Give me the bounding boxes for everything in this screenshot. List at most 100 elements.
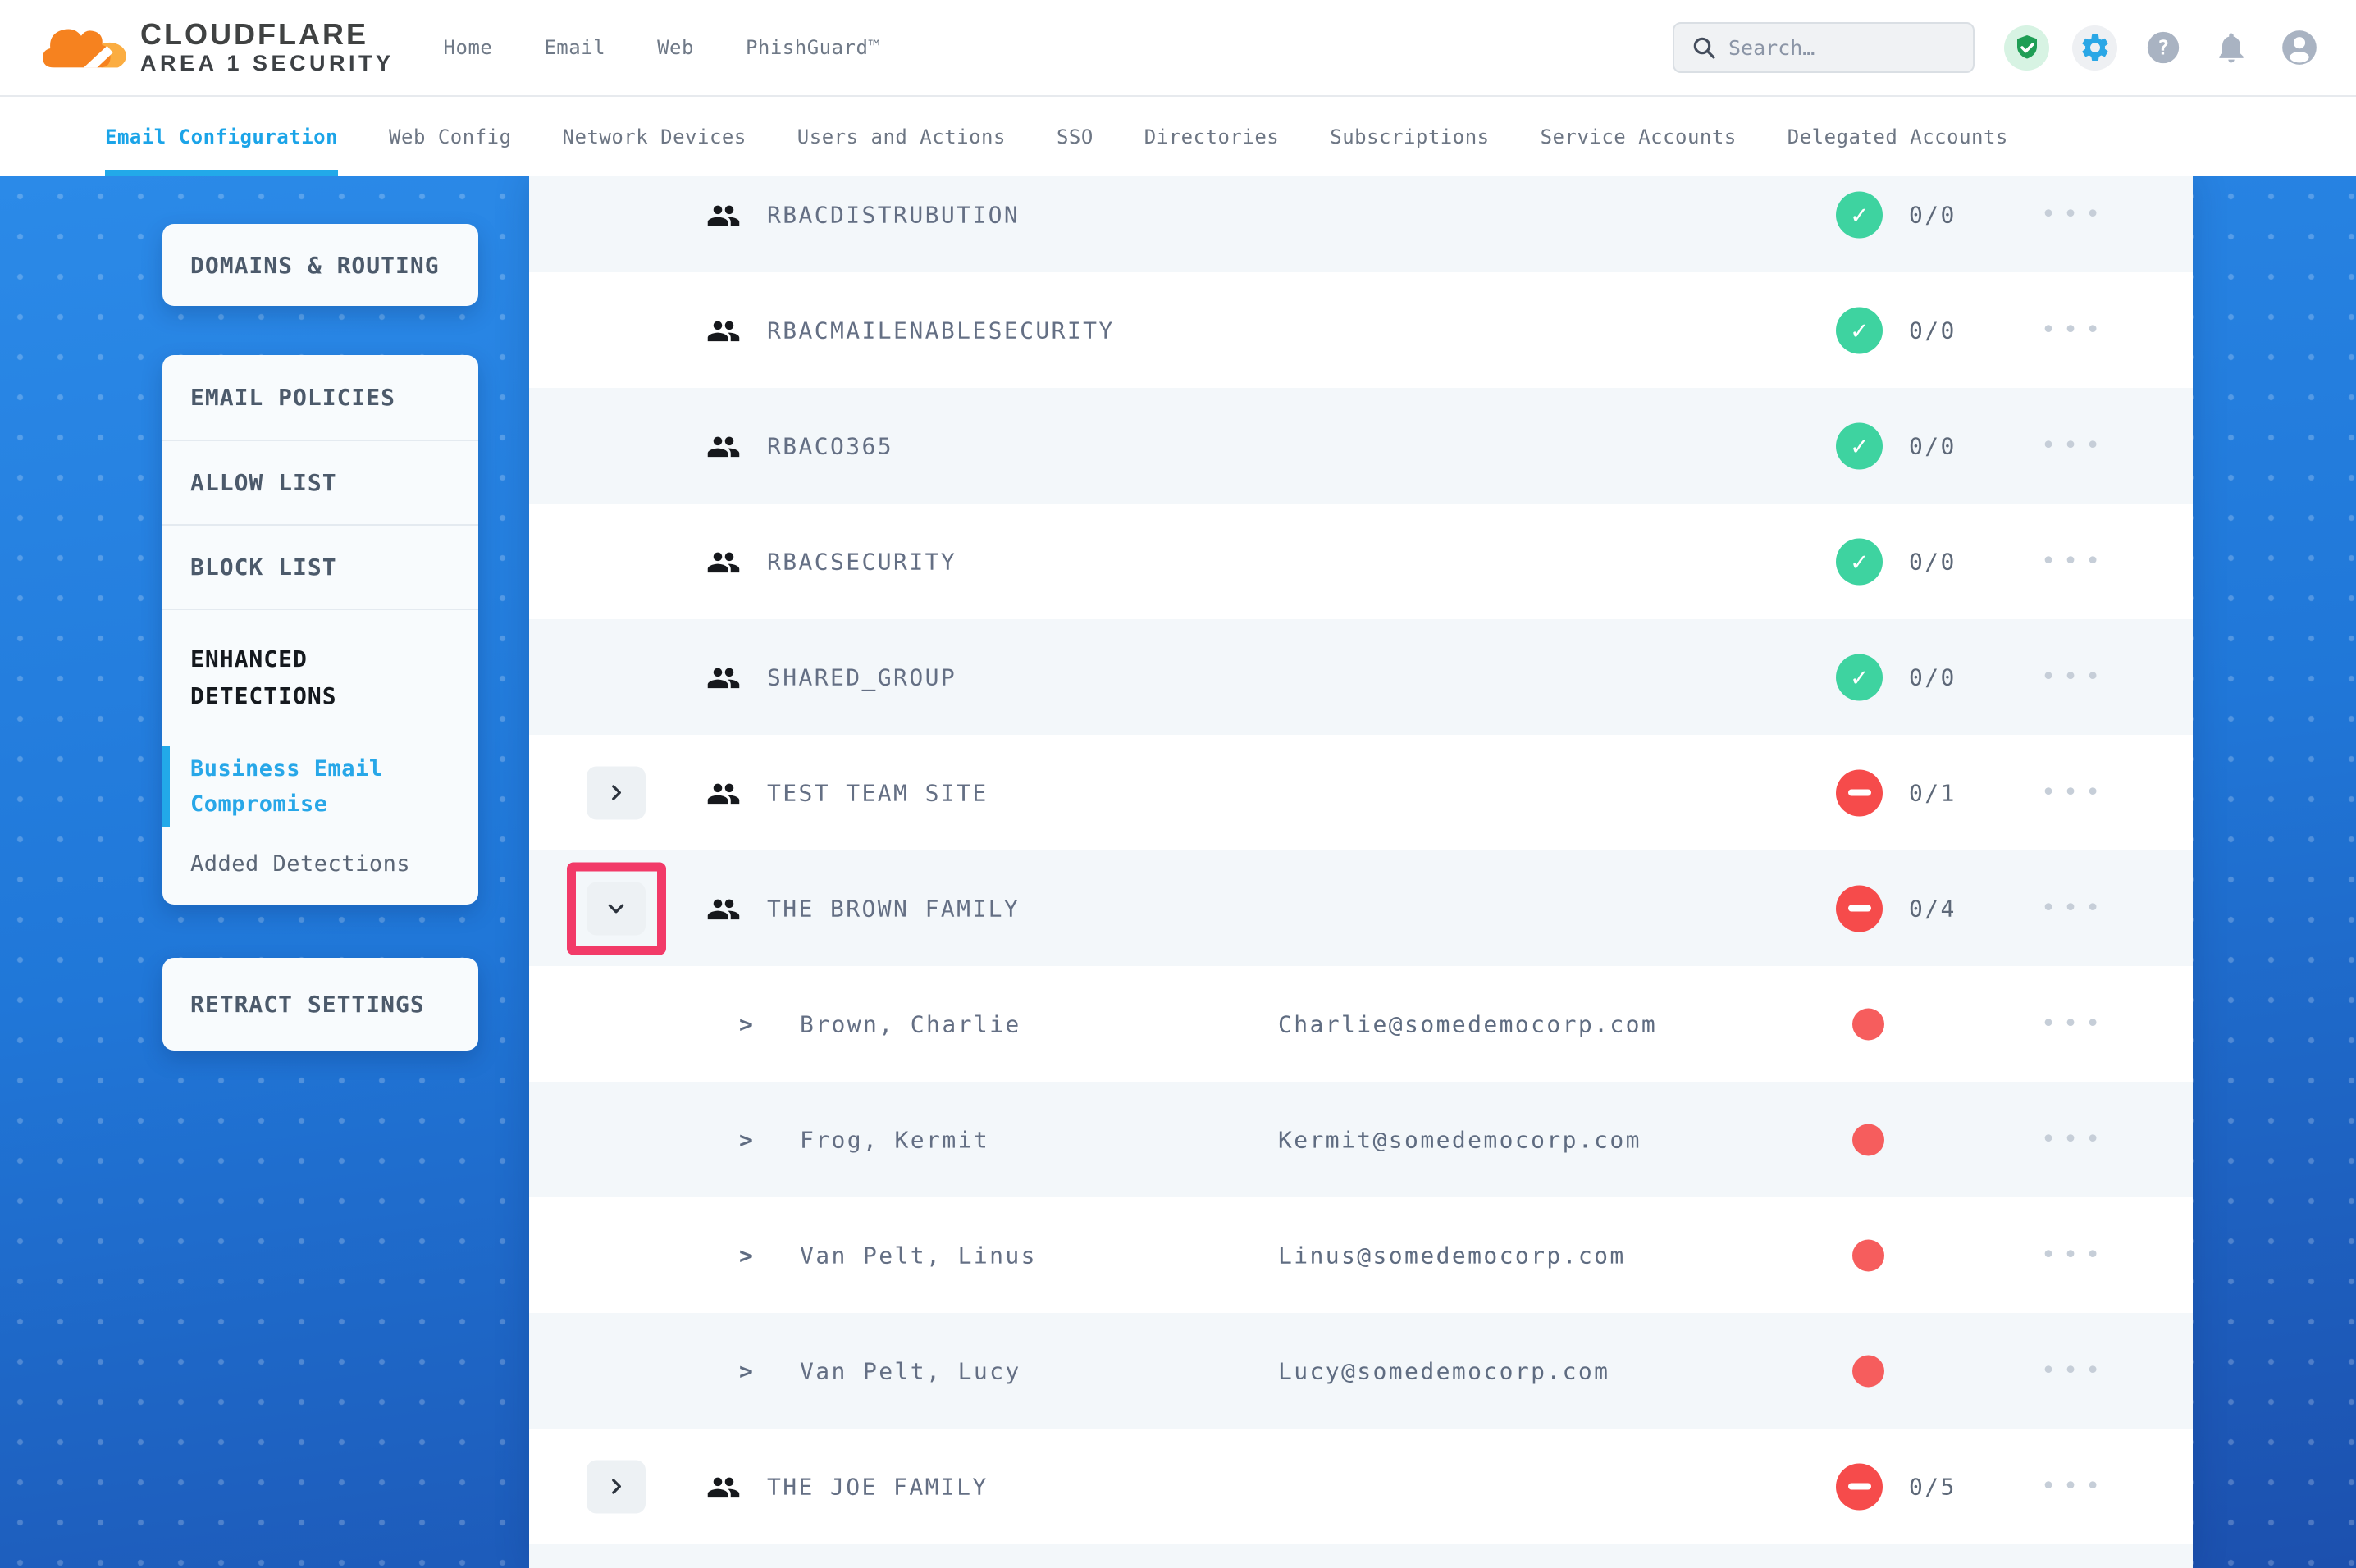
row-menu-button[interactable]: ••• bbox=[2041, 318, 2107, 343]
shield-check-icon[interactable] bbox=[2004, 25, 2049, 71]
nav-item-phishguard[interactable]: PhishGuard™ bbox=[746, 36, 880, 59]
table-row-spacer bbox=[529, 1544, 2193, 1568]
member-email: Lucy@somedemocorp.com bbox=[1278, 1357, 1609, 1384]
tab-email-configuration[interactable]: Email Configuration bbox=[105, 97, 338, 176]
member-email: Charlie@somedemocorp.com bbox=[1278, 1010, 1657, 1037]
group-icon bbox=[706, 663, 741, 692]
status-badge-synced: ✓ bbox=[1836, 422, 1883, 469]
member-email: Kermit@somedemocorp.com bbox=[1278, 1126, 1641, 1153]
tab-delegated-accounts[interactable]: Delegated Accounts bbox=[1788, 97, 2008, 176]
group-icon bbox=[706, 778, 741, 808]
sidebar-item-added-detections[interactable]: Added Detections bbox=[162, 851, 478, 877]
user-account-icon[interactable] bbox=[2276, 25, 2322, 71]
status-dot-error bbox=[1852, 1355, 1884, 1387]
sidebar-item-allow-list[interactable]: ALLOW LIST bbox=[162, 440, 478, 524]
table-row: >Brown, CharlieCharlie@somedemocorp.com•… bbox=[529, 966, 2193, 1082]
sidebar-card-domains-routing[interactable]: DOMAINS & ROUTING bbox=[162, 224, 478, 306]
row-menu-button[interactable]: ••• bbox=[2041, 1012, 2107, 1037]
group-name: SHARED_GROUP bbox=[767, 663, 957, 691]
sidebar-item-block-list[interactable]: BLOCK LIST bbox=[162, 524, 478, 609]
member-count: 0/0 bbox=[1909, 317, 1956, 344]
tab-users-and-actions[interactable]: Users and Actions bbox=[797, 97, 1006, 176]
expand-group-button[interactable] bbox=[587, 1460, 646, 1513]
search-input[interactable] bbox=[1727, 35, 1966, 61]
search-icon bbox=[1691, 34, 1717, 61]
row-menu-button[interactable]: ••• bbox=[2041, 1243, 2107, 1268]
check-icon: ✓ bbox=[1851, 664, 1867, 691]
row-menu-button[interactable]: ••• bbox=[2041, 665, 2107, 690]
check-icon: ✓ bbox=[1851, 549, 1867, 575]
search-box[interactable] bbox=[1673, 22, 1975, 73]
svg-text:?: ? bbox=[2157, 35, 2169, 59]
cloudflare-logo[interactable]: CLOUDFLARE AREA 1 SECURITY bbox=[37, 19, 395, 76]
table-row: SHARED_GROUP ✓ 0/0 ••• bbox=[529, 619, 2193, 735]
settings-gear-icon[interactable] bbox=[2072, 25, 2117, 71]
help-icon[interactable]: ? bbox=[2140, 25, 2185, 71]
group-icon bbox=[706, 316, 741, 345]
table-row: > Frog, Kermit Kermit@somedemocorp.com ••• bbox=[529, 1082, 2193, 1197]
secondary-tab-bar: Email Configuration Web Config Network Dev… bbox=[0, 97, 2356, 176]
logo-line1: CLOUDFLARE bbox=[140, 19, 395, 50]
member-expand-chevron-icon[interactable]: > bbox=[739, 1126, 753, 1153]
nav-item-email[interactable]: Email bbox=[544, 36, 605, 59]
table-row: RBACDISTRUBUTION✓0/0••• bbox=[529, 176, 2193, 272]
tab-web-config[interactable]: Web Config bbox=[389, 97, 512, 176]
tab-directories[interactable]: Directories bbox=[1144, 97, 1279, 176]
group-name: TEST TEAM SITE bbox=[767, 779, 989, 806]
member-expand-chevron-icon[interactable]: > bbox=[739, 1242, 753, 1269]
member-expand-chevron-icon[interactable]: > bbox=[739, 1357, 753, 1384]
member-count: 0/1 bbox=[1909, 779, 1956, 806]
group-icon bbox=[706, 200, 741, 230]
member-name: Van Pelt, Linus bbox=[800, 1242, 1037, 1269]
sidebar-item-domains-routing[interactable]: DOMAINS & ROUTING bbox=[190, 252, 440, 279]
row-menu-button[interactable]: ••• bbox=[2041, 1475, 2107, 1499]
member-expand-chevron-icon[interactable]: > bbox=[739, 1010, 753, 1037]
tab-service-accounts[interactable]: Service Accounts bbox=[1541, 97, 1737, 176]
logo-text: CLOUDFLARE AREA 1 SECURITY bbox=[140, 19, 395, 76]
enhanced-detections-title: ENHANCED DETECTIONS bbox=[162, 641, 464, 715]
sidebar-item-business-email-compromise[interactable]: Business Email Compromise bbox=[162, 746, 436, 827]
member-count: 0/0 bbox=[1909, 432, 1956, 459]
sidebar-card-retract-settings[interactable]: RETRACT SETTINGS bbox=[162, 958, 478, 1051]
group-name: THE JOE FAMILY bbox=[767, 1473, 989, 1500]
logo-line2: AREA 1 SECURITY bbox=[140, 50, 395, 76]
chevron-right-icon bbox=[605, 782, 627, 804]
minus-icon bbox=[1848, 905, 1871, 912]
member-count: 0/4 bbox=[1909, 895, 1956, 922]
chevron-down-icon bbox=[605, 898, 627, 919]
minus-icon bbox=[1848, 1484, 1871, 1490]
check-icon: ✓ bbox=[1851, 202, 1867, 228]
check-icon: ✓ bbox=[1851, 317, 1867, 344]
table-row: RBACSECURITY✓0/0••• bbox=[529, 504, 2193, 619]
row-menu-button[interactable]: ••• bbox=[2041, 1359, 2107, 1383]
member-name: Van Pelt, Lucy bbox=[800, 1357, 1021, 1384]
member-email: Linus@somedemocorp.com bbox=[1278, 1242, 1626, 1269]
table-row: THE JOE FAMILY0/5••• bbox=[529, 1429, 2193, 1544]
tab-sso[interactable]: SSO bbox=[1057, 97, 1094, 176]
cloudflare-cloud-icon bbox=[37, 22, 129, 73]
member-name: Frog, Kermit bbox=[800, 1126, 989, 1153]
sidebar-item-retract-settings[interactable]: RETRACT SETTINGS bbox=[190, 991, 425, 1018]
row-menu-button[interactable]: ••• bbox=[2041, 434, 2107, 458]
row-menu-button[interactable]: ••• bbox=[2041, 549, 2107, 574]
expand-group-button[interactable] bbox=[587, 766, 646, 819]
app-screen: CLOUDFLARE AREA 1 SECURITY Home Email Web P… bbox=[0, 0, 2356, 1568]
group-name: THE BROWN FAMILY bbox=[767, 895, 1020, 922]
row-menu-button[interactable]: ••• bbox=[2041, 203, 2107, 227]
tab-network-devices[interactable]: Network Devices bbox=[563, 97, 747, 176]
nav-item-home[interactable]: Home bbox=[444, 36, 493, 59]
table-row: > Van Pelt, Lucy Lucy@somedemocorp.com ••• bbox=[529, 1313, 2193, 1429]
collapse-group-button[interactable] bbox=[587, 882, 646, 935]
status-dot-error bbox=[1852, 1124, 1884, 1155]
sidebar-item-email-policies[interactable]: EMAIL POLICIES bbox=[162, 355, 478, 440]
row-menu-button[interactable]: ••• bbox=[2041, 1128, 2107, 1152]
status-dot-error bbox=[1852, 1008, 1884, 1040]
notifications-bell-icon[interactable] bbox=[2208, 25, 2253, 71]
nav-item-web[interactable]: Web bbox=[657, 36, 694, 59]
row-menu-button[interactable]: ••• bbox=[2041, 896, 2107, 921]
group-icon bbox=[706, 1472, 741, 1502]
member-count: 0/0 bbox=[1909, 663, 1956, 691]
row-menu-button[interactable]: ••• bbox=[2041, 781, 2107, 805]
tab-subscriptions[interactable]: Subscriptions bbox=[1330, 97, 1489, 176]
member-count: 0/0 bbox=[1909, 201, 1956, 228]
